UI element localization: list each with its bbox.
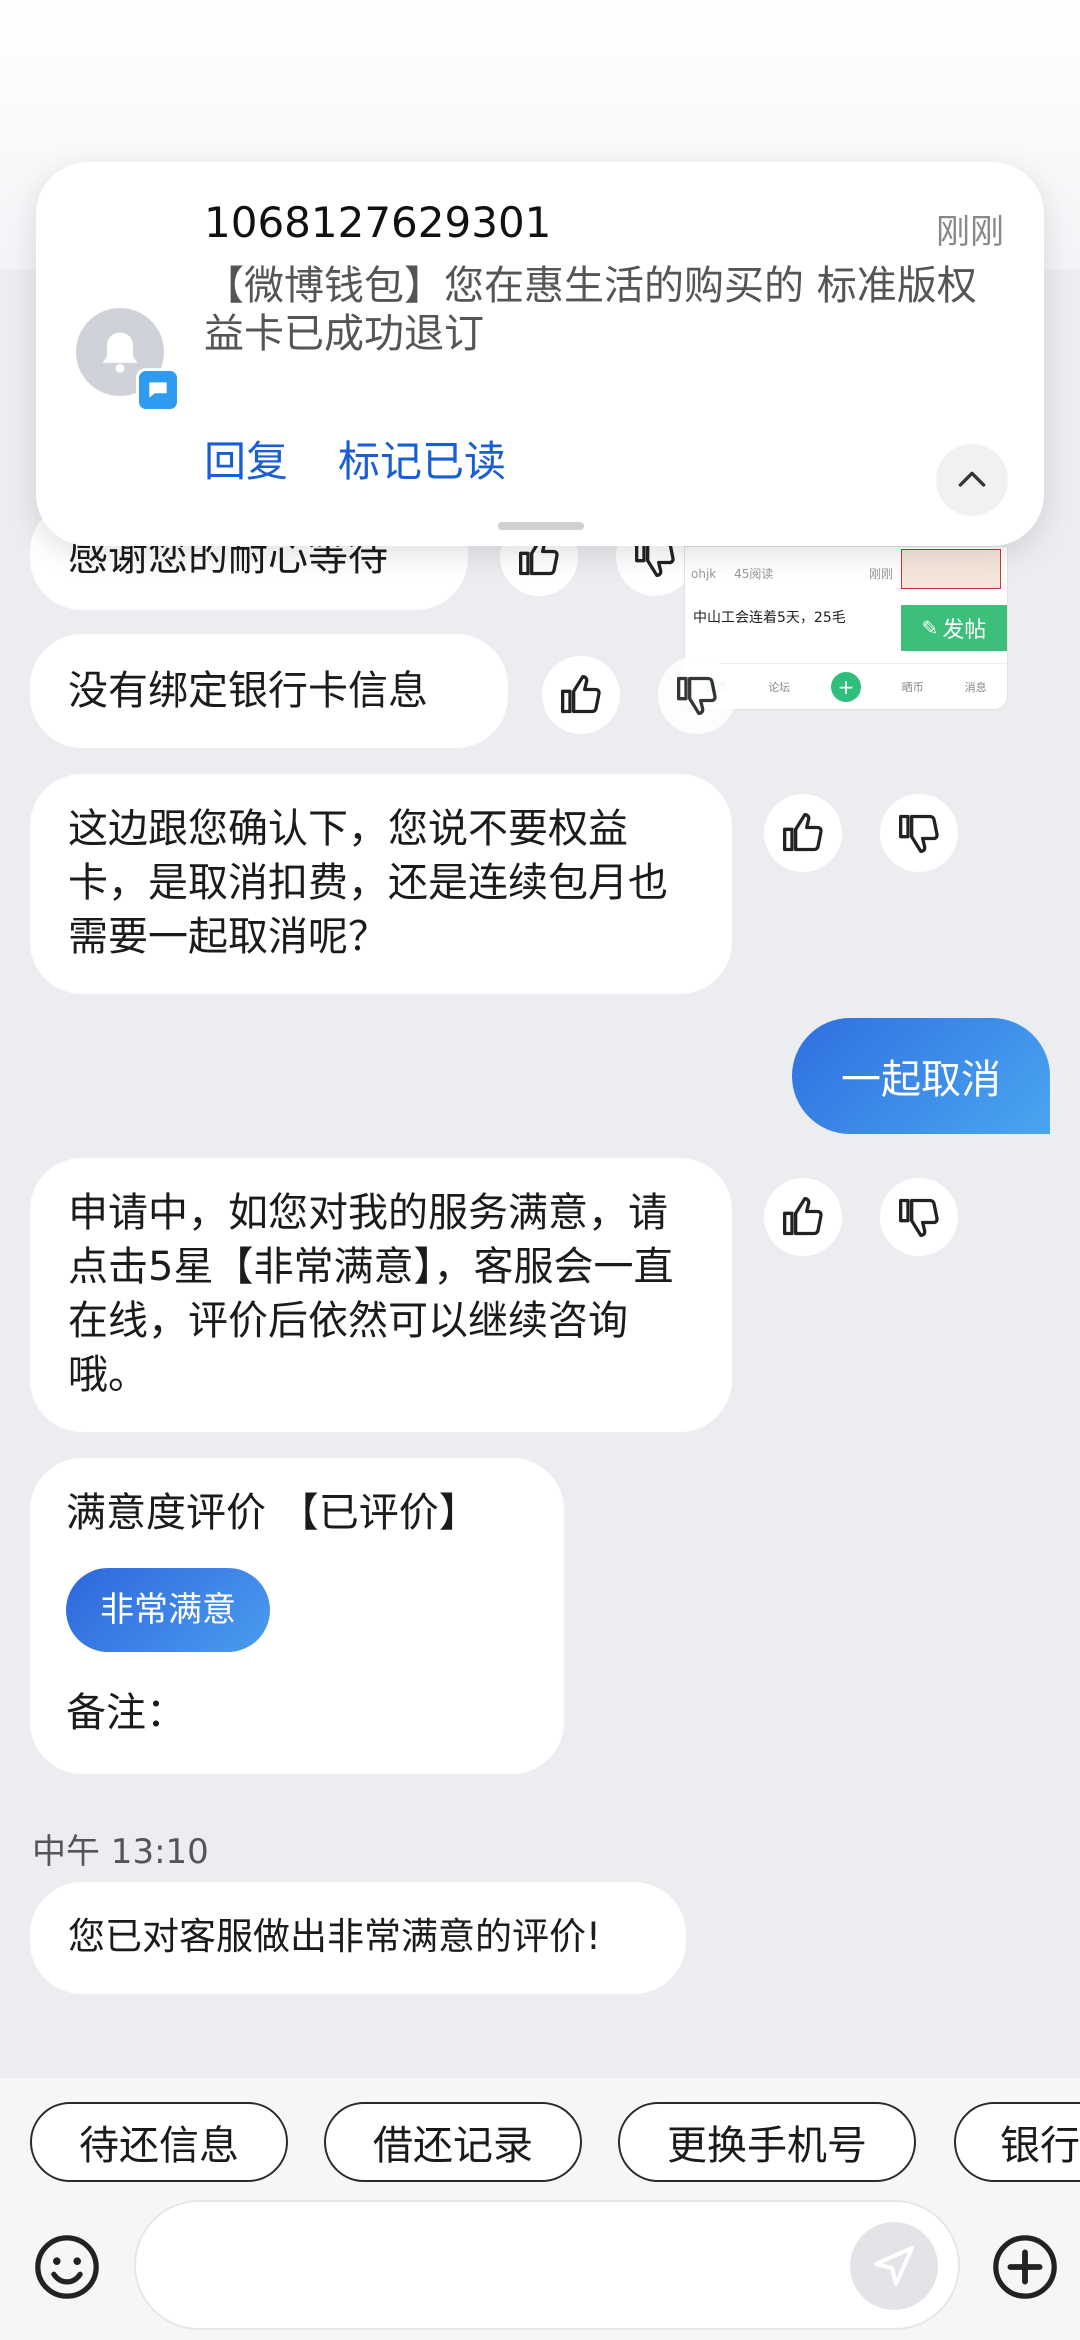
chevron-up-icon bbox=[958, 471, 986, 487]
preview-reads: 45阅读 bbox=[734, 567, 774, 581]
smiley-icon bbox=[35, 2235, 99, 2299]
thumbs-up-button[interactable] bbox=[764, 794, 842, 872]
preview-post-title: 中山工会连着5天，25毛 bbox=[693, 610, 846, 626]
remark-label: 备注： bbox=[66, 1690, 186, 1736]
preview-nav-add[interactable]: + bbox=[830, 671, 861, 702]
thumbs-up-button[interactable] bbox=[764, 1178, 842, 1256]
preview-post-button-label: 发帖 bbox=[942, 618, 987, 643]
preview-author: ohjk bbox=[691, 567, 717, 581]
quick-reply-label: 银行 bbox=[1000, 2123, 1080, 2169]
bot-message-text: 您已对客服做出非常满意的评价! bbox=[68, 1915, 601, 1958]
bot-message-bubble: 这边跟您确认下，您说不要权益卡，是取消扣费，还是连续包月也需要一起取消呢？ bbox=[30, 774, 732, 994]
bot-message-bubble: 申请中，如您对我的服务满意，请点击5星【非常满意】，客服会一直在线，评价后依然可… bbox=[30, 1158, 732, 1432]
send-button[interactable] bbox=[850, 2222, 938, 2310]
user-message-bubble: 一起取消 bbox=[792, 1018, 1050, 1134]
quick-reply-label: 借还记录 bbox=[373, 2123, 533, 2169]
message-timestamp: 中午 13:10 bbox=[32, 1832, 209, 1872]
thumbs-down-button[interactable] bbox=[658, 656, 736, 734]
notification-drag-handle[interactable] bbox=[498, 522, 584, 530]
thumbs-up-button[interactable] bbox=[542, 656, 620, 734]
thumbs-down-icon bbox=[899, 814, 939, 853]
quick-reply-label: 更换手机号 bbox=[667, 2123, 867, 2169]
notification-text: 【微博钱包】您在惠生活的购买的 标准版权益卡已成功退订 bbox=[204, 263, 977, 357]
thumbs-down-icon bbox=[899, 1198, 939, 1237]
thumbs-down-icon bbox=[677, 676, 717, 715]
emoji-button[interactable] bbox=[32, 2232, 102, 2302]
preview-nav-messages[interactable]: 消息 bbox=[965, 679, 987, 695]
bot-message-text: 没有绑定银行卡信息 bbox=[68, 668, 428, 714]
bot-message-bubble: 没有绑定银行卡信息 bbox=[30, 634, 508, 748]
plus-circle-icon bbox=[993, 2235, 1057, 2299]
quick-reply-change-phone[interactable]: 更换手机号 bbox=[618, 2102, 916, 2182]
preview-thumbnail bbox=[901, 549, 1001, 589]
rating-button-label: 非常满意 bbox=[100, 1590, 236, 1630]
bot-message-text: 这边跟您确认下，您说不要权益卡，是取消扣费，还是连续包月也需要一起取消呢？ bbox=[68, 806, 668, 960]
rating-title: 满意度评价 【已评价】 bbox=[66, 1490, 479, 1536]
message-input[interactable] bbox=[134, 2200, 960, 2330]
thumbs-down-button[interactable] bbox=[880, 794, 958, 872]
preview-post-button[interactable]: ✎ 发帖 bbox=[901, 605, 1007, 651]
quick-reply-label: 待还信息 bbox=[79, 2123, 239, 2169]
preview-tag: 刚刚 bbox=[869, 567, 894, 581]
notification-sender: 1068127629301 bbox=[204, 198, 552, 247]
notification-reply-button[interactable]: 回复 bbox=[204, 428, 288, 489]
notification-time: 刚刚 bbox=[936, 212, 1004, 252]
bot-message-text: 申请中，如您对我的服务满意，请点击5星【非常满意】，客服会一直在线，评价后依然可… bbox=[68, 1190, 674, 1398]
preview-nav-coins[interactable]: 晒币 bbox=[902, 679, 924, 695]
rating-very-satisfied-button[interactable]: 非常满意 bbox=[66, 1568, 270, 1652]
quick-reply-bank[interactable]: 银行 bbox=[954, 2102, 1080, 2182]
notification-mark-read-button[interactable]: 标记已读 bbox=[338, 428, 506, 489]
thumbs-up-icon bbox=[783, 813, 823, 852]
bot-message-bubble: 您已对客服做出非常满意的评价! bbox=[30, 1882, 686, 1994]
quick-reply-loan-records[interactable]: 借还记录 bbox=[324, 2102, 582, 2182]
notification-collapse-button[interactable] bbox=[936, 444, 1008, 516]
thumbs-down-button[interactable] bbox=[880, 1178, 958, 1256]
message-app-badge bbox=[136, 368, 180, 412]
bottom-input-area: 待还信息 借还记录 更换手机号 银行 bbox=[0, 2078, 1080, 2340]
add-more-button[interactable] bbox=[990, 2232, 1060, 2302]
rating-card: 满意度评价 【已评价】 非常满意 备注： bbox=[30, 1458, 564, 1774]
quick-reply-pending-repayment[interactable]: 待还信息 bbox=[30, 2102, 288, 2182]
user-message-text: 一起取消 bbox=[841, 1057, 1001, 1103]
thumbs-up-icon bbox=[783, 1197, 823, 1236]
thumbs-up-icon bbox=[561, 675, 601, 714]
edit-icon: ✎ bbox=[921, 616, 939, 640]
send-icon bbox=[874, 2246, 914, 2286]
chat-bubble-icon bbox=[149, 382, 167, 398]
preview-nav-forum[interactable]: 论坛 bbox=[768, 679, 790, 695]
sms-notification[interactable]: 1068127629301 刚刚 【微博钱包】您在惠生活的购买的 标准版权益卡已… bbox=[36, 162, 1044, 546]
